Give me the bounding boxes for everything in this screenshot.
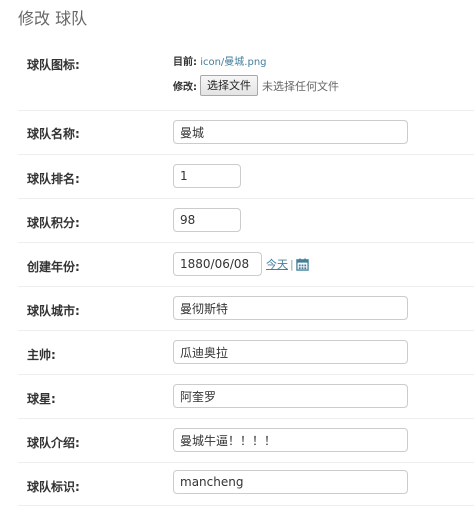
team-intro-input[interactable]: [173, 428, 408, 452]
today-link[interactable]: 今天: [266, 256, 288, 272]
current-icon-link[interactable]: icon/曼城.png: [200, 57, 266, 68]
team-points-input[interactable]: [173, 208, 241, 232]
row-team-rank: 球队排名:: [18, 154, 474, 198]
star-player-input[interactable]: [173, 384, 408, 408]
row-team-identifier: 球队标识:: [18, 462, 474, 506]
team-rank-label: 球队排名:: [27, 172, 80, 186]
current-icon: 目前: icon/曼城.png: [173, 53, 267, 68]
row-coach: 主帅:: [18, 330, 474, 374]
team-identifier-label: 球队标识:: [27, 480, 80, 494]
row-team-points: 球队积分:: [18, 198, 474, 242]
row-star-player: 球星:: [18, 374, 474, 418]
founded-year-label: 创建年份:: [27, 260, 80, 274]
choose-file-button[interactable]: 选择文件: [200, 75, 258, 96]
founded-date-input[interactable]: [173, 252, 262, 276]
row-team-intro: 球队介绍:: [18, 418, 474, 462]
change-icon-label: 修改:: [173, 82, 197, 93]
star-player-label: 球星:: [27, 392, 56, 406]
row-team-icon: 球队图标: 目前: icon/曼城.png 修改: 选择文件 未选择任何文件: [18, 45, 474, 110]
team-intro-label: 球队介绍:: [27, 436, 80, 450]
row-founded-year: 创建年份: 今天 |: [18, 242, 474, 286]
row-team-city: 球队城市:: [18, 286, 474, 330]
coach-input[interactable]: [173, 340, 408, 364]
row-team-name: 球队名称:: [18, 110, 474, 154]
page-title: 修改 球队: [18, 9, 88, 28]
team-city-label: 球队城市:: [27, 304, 80, 318]
team-name-input[interactable]: [173, 120, 408, 144]
team-icon-label: 球队图标:: [27, 58, 80, 72]
date-shortcuts: 今天 |: [266, 256, 309, 272]
team-city-input[interactable]: [173, 296, 408, 320]
team-rank-input[interactable]: [173, 164, 241, 188]
team-name-label: 球队名称:: [27, 127, 80, 141]
coach-label: 主帅:: [27, 348, 56, 362]
change-icon: 修改: 选择文件 未选择任何文件: [173, 75, 339, 96]
calendar-icon[interactable]: [295, 257, 309, 271]
current-icon-label: 目前:: [173, 57, 197, 68]
team-points-label: 球队积分:: [27, 216, 80, 230]
team-identifier-input[interactable]: [173, 470, 408, 494]
date-separator: |: [290, 257, 294, 271]
no-file-text: 未选择任何文件: [262, 79, 339, 93]
